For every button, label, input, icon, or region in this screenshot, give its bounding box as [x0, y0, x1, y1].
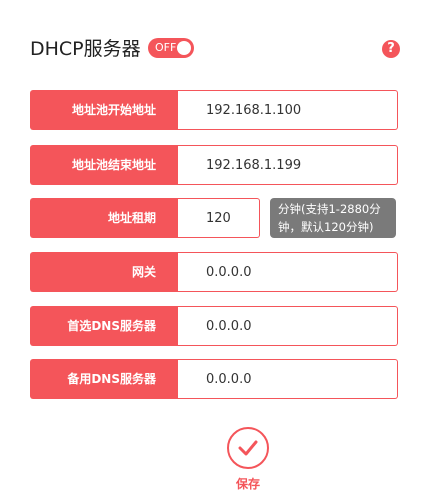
secondary-dns-label: 备用DNS服务器: [30, 359, 178, 399]
toggle-knob: [177, 41, 191, 55]
pool-end-label: 地址池结束地址: [30, 145, 178, 185]
pool-start-input[interactable]: [178, 90, 398, 130]
lease-label: 地址租期: [30, 198, 178, 238]
help-icon[interactable]: ?: [382, 40, 400, 58]
save-label: 保存: [235, 477, 260, 491]
lease-hint: 分钟(支持1-2880分钟，默认120分钟): [270, 198, 396, 238]
primary-dns-input[interactable]: [178, 306, 398, 346]
pool-start-label: 地址池开始地址: [30, 90, 178, 130]
secondary-dns-input[interactable]: [178, 359, 398, 399]
lease-input[interactable]: [178, 198, 260, 238]
pool-end-input[interactable]: [178, 145, 398, 185]
toggle-label: OFF: [155, 41, 177, 54]
gateway-input[interactable]: [178, 252, 398, 292]
save-circle[interactable]: [227, 427, 269, 469]
dhcp-header: DHCP服务器 OFF ?: [30, 36, 400, 62]
check-icon: [238, 440, 258, 456]
dhcp-toggle[interactable]: OFF: [148, 38, 194, 58]
save-button[interactable]: 保存: [227, 427, 269, 492]
primary-dns-label: 首选DNS服务器: [30, 306, 178, 346]
page-title: DHCP服务器: [30, 38, 141, 60]
gateway-label: 网关: [30, 252, 178, 292]
